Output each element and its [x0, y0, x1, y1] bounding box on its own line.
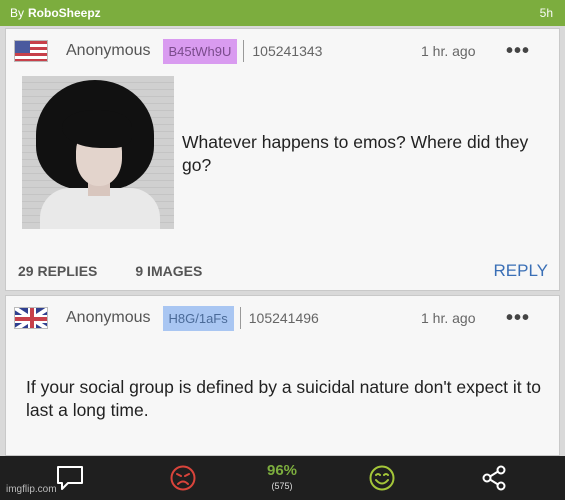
uk-flag-icon: [14, 307, 48, 329]
byline: By RoboSheepz: [10, 6, 101, 20]
thread-post-card: Anonymous B45tWh9U 105241343 1 hr. ago •…: [5, 28, 560, 291]
post-time-ago: 1 hr. ago: [421, 43, 476, 59]
post-time: 5h: [539, 6, 553, 20]
more-options-icon: •••: [506, 39, 531, 62]
by-prefix: By: [10, 6, 25, 20]
poster-id-badge: B45tWh9U: [162, 38, 238, 64]
post-time-ago: 1 hr. ago: [421, 310, 476, 326]
images-count: 9 IMAGES: [135, 263, 203, 279]
reply-label: REPLY: [493, 261, 549, 280]
reply-post-card: Anonymous H8G/1aFs 105241496 1 hr. ago •…: [5, 295, 560, 456]
divider: [243, 40, 245, 62]
post-number: 105241343: [252, 43, 323, 59]
post-text: Whatever happens to emos? Where did they…: [182, 132, 529, 175]
post-text: If your social group is defined by a sui…: [26, 377, 542, 420]
action-bar: 96% (575): [0, 456, 565, 500]
replies-count: 29 REPLIES: [18, 263, 98, 279]
comment-icon[interactable]: [54, 464, 86, 492]
upvote-icon[interactable]: [366, 464, 398, 492]
post-number: 105241496: [248, 310, 319, 326]
post-head: Anonymous H8G/1aFs 105241496 1 hr. ago •…: [14, 302, 554, 334]
divider: [239, 307, 241, 329]
more-options-icon: •••: [506, 306, 531, 329]
downvote-icon[interactable]: [167, 464, 199, 492]
share-icon[interactable]: [478, 464, 510, 492]
vote-count: (575): [271, 481, 293, 491]
author-link[interactable]: RoboSheepz: [28, 6, 101, 20]
meme-image: Anonymous B45tWh9U 105241343 1 hr. ago •…: [0, 26, 565, 456]
score-percent: 96%: [266, 462, 298, 479]
poster-name: Anonymous: [66, 42, 151, 59]
watermark: imgflip.com: [6, 484, 57, 495]
us-flag-icon: [14, 40, 48, 62]
score-display: 96% (575): [256, 462, 308, 491]
post-header-bar: By RoboSheepz 5h: [0, 0, 565, 26]
post-head: Anonymous B45tWh9U 105241343 1 hr. ago •…: [14, 35, 554, 67]
poster-name: Anonymous: [66, 309, 151, 326]
poster-id-badge: H8G/1aFs: [162, 305, 234, 331]
post-stats: 29 REPLIES 9 IMAGES REPLY: [18, 261, 548, 281]
post-photo: [22, 76, 174, 229]
